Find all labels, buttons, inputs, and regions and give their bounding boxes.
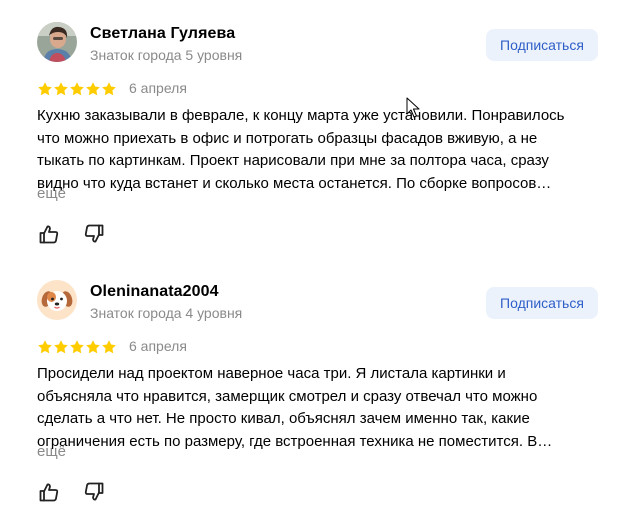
review-text-line: тыкать по картинкам. Проект нарисовали п… — [37, 152, 549, 169]
star-icon — [38, 82, 52, 96]
review-text-line: сделать а что нет. Не просто кивал, объя… — [37, 410, 530, 427]
review-text-line: объясняла что нравится, замерщик смотрел… — [37, 387, 538, 405]
avatar[interactable] — [37, 280, 77, 320]
review-text-line: видно что куда встанет и сколько места о… — [37, 174, 552, 192]
star-icon — [70, 340, 84, 354]
star-icon — [38, 340, 52, 354]
review-text-line: Кухню заказывали в феврале, к концу март… — [37, 107, 565, 124]
reviews-list: Светлана Гуляева Знаток города 5 уровня … — [0, 0, 644, 522]
star-icon — [102, 340, 116, 354]
review-text: Просидели над проектом наверное часа три… — [37, 363, 609, 453]
author-name[interactable]: Oleninanata2004 — [90, 283, 219, 301]
dislike-button[interactable] — [83, 223, 105, 245]
star-icon — [54, 340, 68, 354]
subscribe-button[interactable]: Подписаться — [486, 287, 598, 319]
like-button[interactable] — [38, 481, 60, 503]
thumbs-down-icon — [84, 482, 104, 501]
star-icon — [102, 82, 116, 96]
star-icon — [86, 82, 100, 96]
rating-stars — [37, 81, 117, 97]
avatar[interactable] — [37, 22, 77, 62]
mouse-cursor-icon — [406, 97, 420, 118]
thumbs-up-icon — [39, 483, 59, 502]
thumbs-down-icon — [84, 224, 104, 243]
thumbs-up-icon — [39, 225, 59, 244]
star-icon — [70, 82, 84, 96]
star-icon — [86, 340, 100, 354]
review-date: 6 апреля — [129, 338, 187, 354]
more-link[interactable]: ещё — [37, 185, 66, 202]
star-icon — [54, 82, 68, 96]
like-button[interactable] — [38, 223, 60, 245]
review-text-line: что можно приехать в офис и потрогать об… — [37, 129, 538, 147]
review-text: Кухню заказывали в феврале, к концу март… — [37, 105, 609, 195]
review-text-line: Просидели над проектом наверное часа три… — [37, 365, 506, 382]
author-level: Знаток города 4 уровня — [90, 305, 243, 321]
more-link[interactable]: ещё — [37, 443, 66, 460]
subscribe-button[interactable]: Подписаться — [486, 29, 598, 61]
rating-stars — [37, 339, 117, 355]
author-level: Знаток города 5 уровня — [90, 47, 243, 63]
review-text-line: ограничения есть по размеру, где встроен… — [37, 432, 553, 450]
author-name[interactable]: Светлана Гуляева — [90, 25, 235, 43]
review-date: 6 апреля — [129, 80, 187, 96]
dislike-button[interactable] — [83, 481, 105, 503]
